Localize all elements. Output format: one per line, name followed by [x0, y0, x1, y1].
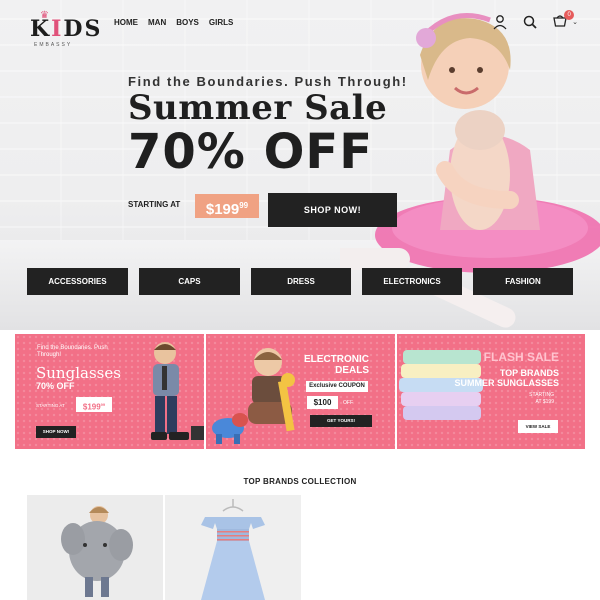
nav-boys[interactable]: BOYS: [176, 18, 199, 27]
hero-discount: 70% OFF: [128, 124, 373, 180]
promo-sunglasses[interactable]: Find the Boundaries. Push Through! Sungl…: [15, 334, 204, 449]
main-nav: HOME MAN BOYS GIRLS: [114, 18, 233, 27]
promo3-starting: STARTING: [529, 392, 554, 398]
logo-subtitle: EMBASSY: [34, 42, 73, 48]
header-icons: 0 ⌄: [492, 10, 578, 30]
category-caps[interactable]: CAPS: [139, 268, 240, 295]
promo2-get-yours-button[interactable]: GET YOURS!: [310, 415, 372, 427]
hero-title: Summer Sale: [128, 88, 388, 128]
hero-tagline: Find the Boundaries. Push Through!: [128, 74, 408, 89]
category-electronics[interactable]: ELECTRONICS: [362, 268, 462, 295]
promo1-tagline: Find the Boundaries. Push Through!: [37, 345, 108, 358]
promo2-title-line2: DEALS: [335, 365, 369, 376]
promo1-price-tag: $19999: [76, 397, 112, 412]
user-icon[interactable]: [492, 14, 508, 30]
promo1-title: Sunglasses: [36, 364, 121, 382]
product-card[interactable]: [27, 495, 163, 600]
hero-starting-label: STARTING AT: [128, 200, 181, 209]
promo1-price-cents: 99: [100, 402, 106, 407]
folded-towels-image: [399, 350, 483, 420]
category-buttons: ACCESSORIES CAPS DRESS ELECTRONICS FASHI…: [27, 268, 573, 295]
hero-price: $199: [205, 201, 240, 218]
promo1-subtitle: 70% OFF: [36, 381, 75, 391]
hero-banner: ♛ KIDS EMBASSY HOME MAN BOYS GIRLS 0 ⌄ F…: [0, 0, 600, 330]
hero-price-cents: 99: [239, 201, 249, 210]
nav-home[interactable]: HOME: [114, 18, 138, 27]
promo2-amount: $100: [307, 396, 338, 409]
category-fashion[interactable]: FASHION: [473, 268, 573, 295]
promo2-title-line1: ELECTRONIC: [304, 354, 369, 365]
category-accessories[interactable]: ACCESSORIES: [27, 268, 128, 295]
hero-price-tag: $19999: [195, 194, 259, 218]
promo3-flash-label: FLASH SALE: [483, 350, 559, 364]
product-image-boy-with-elephant: [27, 495, 163, 600]
promo3-title-line1: TOP BRANDS: [499, 368, 559, 378]
nav-girls[interactable]: GIRLS: [209, 18, 233, 27]
shop-now-button[interactable]: SHOP NOW!: [268, 193, 397, 227]
site-logo[interactable]: ♛ KIDS EMBASSY: [30, 10, 100, 48]
promo-flash-sale[interactable]: FLASH SALE TOP BRANDS SUMMER SUNGLASSES …: [397, 334, 585, 449]
promo-electronic-deals[interactable]: ELECTRONIC DEALS Exclusive COUPON $100 O…: [206, 334, 395, 449]
promo3-view-sale-button[interactable]: VIEW SALE: [518, 420, 558, 433]
chevron-down-icon[interactable]: ⌄: [572, 18, 578, 26]
category-dress[interactable]: DRESS: [251, 268, 351, 295]
promo2-off: OFF: [343, 400, 353, 406]
promo1-shop-button[interactable]: SHOP NOW!: [36, 426, 76, 438]
product-card[interactable]: [165, 495, 301, 600]
logo-wordmark: KIDS: [30, 16, 103, 42]
collection-title: TOP BRANDS COLLECTION: [243, 477, 357, 486]
promo1-starting: STARTING AT: [36, 403, 65, 408]
promo3-title-line2: SUMMER SUNGLASSES: [454, 378, 559, 388]
promo1-price: $199: [82, 402, 101, 412]
promo2-coupon: Exclusive COUPON: [306, 381, 368, 392]
nav-man[interactable]: MAN: [148, 18, 166, 27]
boy-image: [151, 342, 204, 440]
product-image-blue-dress: [165, 495, 301, 600]
cart-button[interactable]: 0: [552, 10, 575, 30]
search-icon[interactable]: [522, 14, 538, 30]
promo3-price: AT $199: [535, 399, 554, 405]
toddler-toys-image: [212, 348, 295, 444]
